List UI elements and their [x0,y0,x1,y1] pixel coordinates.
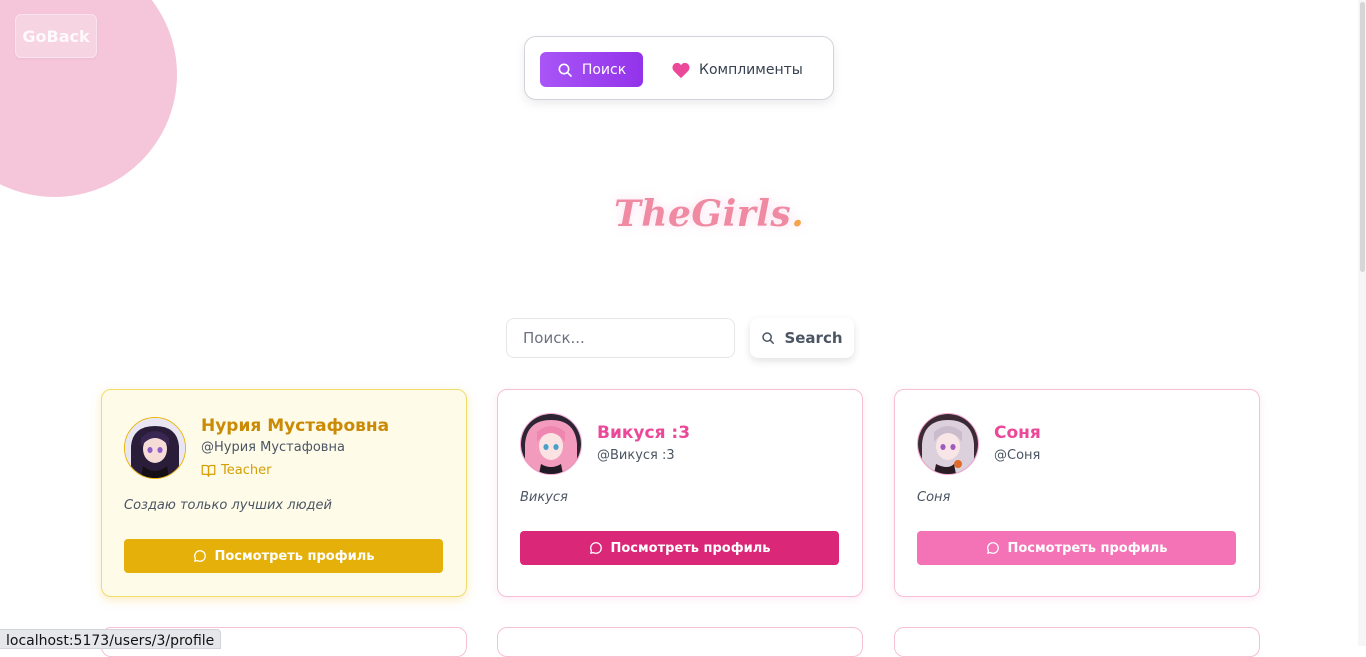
book-icon [201,464,216,477]
card-bio: Создаю только лучших людей [124,498,332,513]
card-handle: @Соня [994,448,1041,463]
avatar[interactable] [124,417,186,479]
view-profile-label: Посмотреть профиль [1007,540,1168,556]
search-icon [558,63,572,77]
chat-bubble-icon [193,550,206,562]
user-card: Викуся :3 @Викуся :3 Викуся Посмотреть п… [497,389,863,597]
user-card: Соня @Соня Соня Посмотреть профиль [894,389,1260,597]
heart-icon [672,62,690,78]
card-bio: Соня [917,490,951,505]
logo-text: TheGirls [614,193,792,235]
card-bio: Викуся [520,490,568,505]
nav-search-button[interactable]: Поиск [540,52,643,87]
card-name[interactable]: Соня [994,423,1041,443]
card-name[interactable]: Нурия Мустафовна [201,416,389,436]
chat-bubble-icon [986,542,999,554]
view-profile-label: Посмотреть профиль [610,540,771,556]
nav-compliments-link[interactable]: Комплименты [671,52,803,87]
page-scrollbar[interactable] [1358,0,1366,646]
search-input[interactable] [506,318,735,358]
scrollbar-thumb[interactable] [1360,2,1365,272]
search-button[interactable]: Search [750,318,854,358]
card-name[interactable]: Викуся :3 [597,423,690,443]
avatar[interactable] [917,413,979,475]
avatar[interactable] [520,413,582,475]
chat-bubble-icon [589,542,602,554]
nav-compliments-label: Комплименты [699,61,803,78]
card-handle: @Нурия Мустафовна [201,440,345,455]
view-profile-label: Посмотреть профиль [214,548,375,564]
browser-status-url: localhost:5173/users/3/profile [0,629,222,649]
top-navigation: Поиск Комплименты [524,36,834,100]
view-profile-button[interactable]: Посмотреть профиль [520,531,839,565]
nav-search-label: Поиск [581,61,627,78]
view-profile-button[interactable]: Посмотреть профиль [917,531,1236,565]
user-card-partial [497,627,863,657]
search-icon [762,332,775,345]
card-role-label: Teacher [221,463,272,478]
search-button-label: Search [784,329,843,347]
user-card-partial [894,627,1260,657]
site-logo: TheGirls. [614,193,804,235]
user-card: Нурия Мустафовна @Нурия Мустафовна Teach… [101,389,467,597]
card-role: Teacher [201,463,271,478]
goback-button[interactable]: GoBack [15,14,97,58]
card-handle: @Викуся :3 [597,448,675,463]
view-profile-button[interactable]: Посмотреть профиль [124,539,443,573]
logo-dot: . [791,193,805,235]
